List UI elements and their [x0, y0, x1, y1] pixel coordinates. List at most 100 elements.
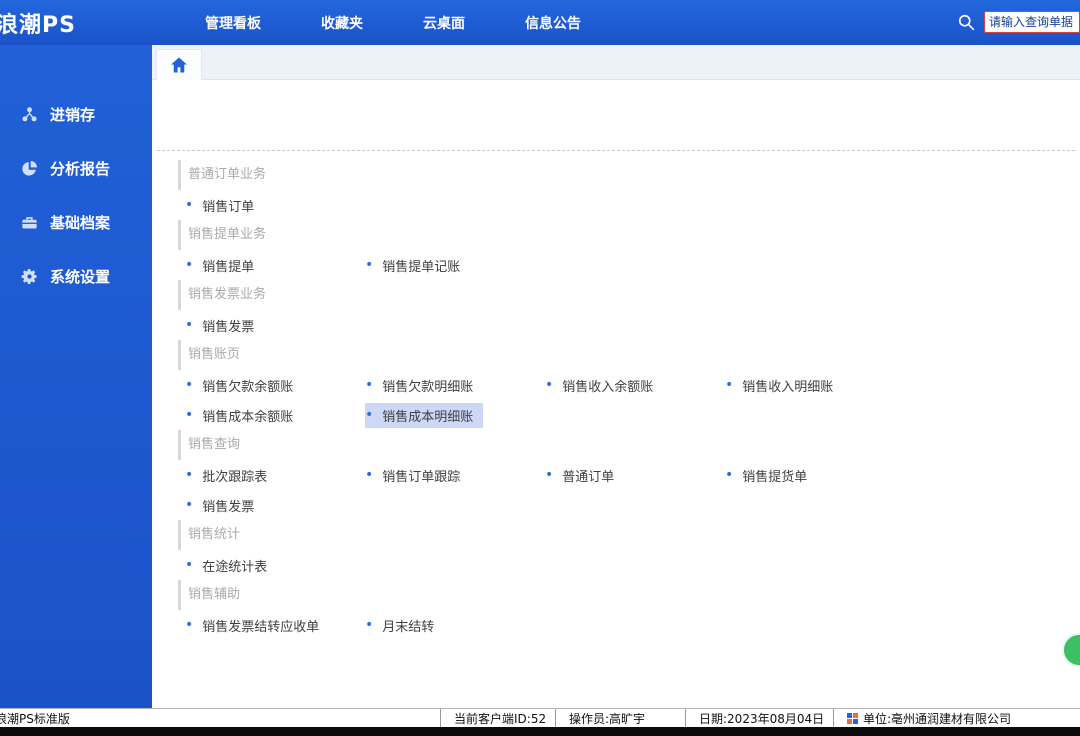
topbar-nav: 管理看板 收藏夹 云桌面 信息公告	[205, 13, 641, 33]
menu-item-inner: •批次跟踪表	[185, 463, 277, 488]
sidebar: 进销存分析报告基础档案系统设置	[0, 45, 152, 709]
menu-item-inner: •销售收入明细账	[725, 373, 843, 398]
bullet-icon: •	[365, 408, 373, 422]
bullet-icon: •	[725, 468, 733, 482]
menu-item[interactable]: •销售收入余额账	[545, 373, 725, 398]
status-segment: 当前客户端ID:52	[440, 709, 555, 727]
menu-item[interactable]: • 销售发票结转应收单	[185, 613, 365, 638]
menu-item-label: 销售发票	[202, 316, 254, 335]
menu-item-inner: •销售提单记账	[365, 253, 470, 278]
menu-item-label: 销售欠款余额账	[202, 376, 293, 395]
menu-item-label: 销售订单跟踪	[382, 466, 460, 485]
menu-item-inner: •销售收入余额账	[545, 373, 663, 398]
menu-item[interactable]: • 销售欠款明细账	[365, 373, 545, 398]
menu-item-label: 销售发票结转应收单	[202, 616, 319, 635]
menu-item-inner: • 普通订单	[545, 463, 624, 488]
app-window: 浪潮PS 管理看板 收藏夹 云桌面 信息公告 进销存分析报告基础档案系统设置 普通订单…	[0, 0, 1080, 736]
menu-item[interactable]: •销售收入明细账	[725, 373, 905, 398]
sidebar-item[interactable]: 进销存	[0, 87, 152, 141]
status-segment: 浪潮PS标准版	[0, 709, 440, 727]
sidebar-item[interactable]: 系统设置	[0, 249, 152, 303]
status-text: 浪潮PS标准版	[0, 710, 70, 727]
menu-item[interactable]: •销售提单记账	[365, 253, 545, 278]
menu-item-inner: • 销售欠款明细账	[365, 373, 483, 398]
menu-item[interactable]: •销售成本余额账	[185, 403, 365, 428]
sidebar-item[interactable]: 基础档案	[0, 195, 152, 249]
menu-item-label: 销售提货单	[742, 466, 807, 485]
nav-item-2[interactable]: 收藏夹	[321, 13, 363, 33]
menu-group: 销售账页•销售欠款余额账•销售欠款明细账•销售收入余额账•销售收入明细账•销售成…	[178, 340, 1080, 430]
menu-item[interactable]: • 销售发票	[185, 313, 365, 338]
menu-item-label: 销售提单记账	[382, 256, 460, 275]
nav-item-3[interactable]: 云桌面	[423, 13, 465, 33]
bullet-icon: •	[185, 618, 193, 632]
search-icon[interactable]	[956, 12, 976, 32]
bullet-icon: •	[545, 468, 553, 482]
menu-item[interactable]: • 销售成本明细账	[365, 403, 545, 428]
status-text: 当前客户端ID:52	[454, 710, 546, 727]
menu-group: 销售提单业务•销售提单•销售提单记账	[178, 220, 1080, 280]
menu-item-label: 普通订单	[562, 466, 614, 485]
group-title: 销售提单业务	[178, 220, 1080, 250]
status-text: 操作员:高旷宇	[569, 710, 645, 727]
sidebar-item[interactable]: 分析报告	[0, 141, 152, 195]
menu-item[interactable]: • 销售提货单	[725, 463, 905, 488]
bullet-icon: •	[185, 498, 193, 512]
menu-item[interactable]: •销售订单	[185, 193, 365, 218]
status-segment: 操作员:高旷宇	[555, 709, 685, 727]
app-logo: 浪潮PS	[0, 7, 148, 39]
bullet-icon: •	[185, 318, 193, 332]
home-tab[interactable]	[156, 49, 202, 80]
menu-item-label: 销售发票	[202, 496, 254, 515]
bullet-icon: •	[185, 258, 193, 272]
menu-item[interactable]: •在途统计表	[185, 553, 365, 578]
nav-item-4[interactable]: 信息公告	[525, 13, 581, 33]
group-title: 销售辅助	[178, 580, 1080, 610]
menu-item-inner: •月末结转	[365, 613, 444, 638]
menu-item[interactable]: •批次跟踪表	[185, 463, 365, 488]
menu-item-inner: • 销售订单跟踪	[365, 463, 470, 488]
menu-item[interactable]: •销售提单	[185, 253, 365, 278]
group-title: 销售查询	[178, 430, 1080, 460]
bullet-icon: •	[365, 378, 373, 392]
menu-item[interactable]: • 普通订单	[545, 463, 725, 488]
group-title: 销售发票业务	[178, 280, 1080, 310]
bullet-icon: •	[365, 468, 373, 482]
content-divider	[157, 80, 1075, 151]
menu-item-inner: • 销售欠款余额账	[185, 373, 303, 398]
group-row: •批次跟踪表 • 销售订单跟踪 • 普通订单 • 销售提货单	[178, 460, 1080, 490]
bottom-strip	[0, 727, 1080, 736]
menu-item[interactable]: •月末结转	[365, 613, 545, 638]
nav-item-1[interactable]: 管理看板	[205, 13, 261, 33]
menu-item-label: 销售成本明细账	[382, 406, 473, 425]
menu-groups: 普通订单业务•销售订单销售提单业务•销售提单•销售提单记账销售发票业务•销售发票…	[152, 151, 1080, 640]
main-content: 普通订单业务•销售订单销售提单业务•销售提单•销售提单记账销售发票业务•销售发票…	[152, 80, 1080, 709]
pie-chart-icon	[20, 159, 39, 178]
menu-item[interactable]: • 销售发票	[185, 493, 365, 518]
menu-item[interactable]: • 销售订单跟踪	[365, 463, 545, 488]
group-row: •销售订单	[178, 190, 1080, 220]
group-row: • 销售发票	[178, 310, 1080, 340]
group-title: 销售账页	[178, 340, 1080, 370]
menu-item-label: 销售成本余额账	[202, 406, 293, 425]
sidebar-item-label: 基础档案	[50, 212, 110, 233]
menu-group: 普通订单业务 •销售订单	[178, 160, 1080, 220]
menu-item-label: 批次跟踪表	[202, 466, 267, 485]
group-title: 普通订单业务	[178, 160, 1080, 190]
menu-item-label: 销售收入余额账	[562, 376, 653, 395]
search-area	[956, 11, 1080, 33]
menu-item[interactable]: • 销售欠款余额账	[185, 373, 365, 398]
menu-group: 销售查询 •批次跟踪表 • 销售订单跟踪 • 普通订单 • 销售提货单 • 销售发票	[178, 430, 1080, 520]
group-row: •在途统计表	[178, 550, 1080, 580]
menu-item-label: 销售欠款明细账	[382, 376, 473, 395]
menu-item-inner: •在途统计表	[185, 553, 277, 578]
bullet-icon: •	[185, 558, 193, 572]
menu-item-inner: •销售订单	[185, 193, 264, 218]
status-bar: 浪潮PS标准版当前客户端ID:52操作员:高旷宇日期:2023年08月04日单位…	[0, 708, 1080, 727]
sidebar-item-label: 分析报告	[50, 158, 110, 179]
bullet-icon: •	[185, 378, 193, 392]
menu-item-label: 销售订单	[202, 196, 254, 215]
search-input[interactable]	[984, 11, 1080, 33]
status-text: 单位:亳州通润建材有限公司	[863, 710, 1011, 727]
group-row: •销售成本余额账• 销售成本明细账	[178, 400, 1080, 430]
